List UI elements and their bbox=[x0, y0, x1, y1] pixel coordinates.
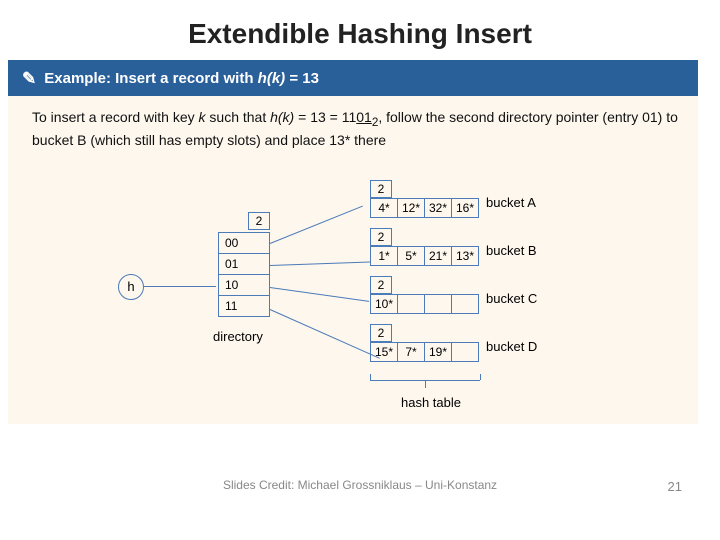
bt-k: k bbox=[199, 109, 206, 125]
cell: 19* bbox=[424, 342, 452, 362]
bt-under: 01 bbox=[356, 109, 372, 125]
band-hk: h(k) bbox=[258, 70, 286, 87]
ld-a: 2 bbox=[370, 180, 392, 198]
cell: 5* bbox=[397, 246, 425, 266]
bucket-b-label: bucket B bbox=[486, 244, 546, 258]
slide-credit: Slides Credit: Michael Grossniklaus – Un… bbox=[0, 478, 720, 492]
pencil-icon: ✎ bbox=[22, 69, 36, 89]
cell: 10* bbox=[370, 294, 398, 314]
cell: 12* bbox=[397, 198, 425, 218]
bucket-d: 15* 7* 19* bbox=[370, 342, 478, 362]
bt3: = 13 = 11 bbox=[294, 109, 356, 125]
dir-entry-00: 00 bbox=[218, 232, 270, 254]
h-to-dir-line bbox=[144, 286, 216, 287]
brace-tick bbox=[425, 380, 426, 388]
dir-entry-10: 10 bbox=[218, 274, 270, 296]
arrow-icon bbox=[270, 206, 363, 244]
bucket-a-label: bucket A bbox=[486, 196, 546, 210]
bucket-c-ld: 2 bbox=[370, 276, 392, 293]
cell bbox=[397, 294, 425, 314]
arrow-icon bbox=[270, 287, 369, 302]
ld-d: 2 bbox=[370, 324, 392, 342]
bucket-a-ld: 2 bbox=[370, 180, 392, 197]
band-text: Example: Insert a record with h(k) = 13 bbox=[44, 70, 319, 87]
bucket-c-label: bucket C bbox=[486, 292, 546, 306]
bucket-a: 4* 12* 32* 16* bbox=[370, 198, 478, 218]
dir-entry-01: 01 bbox=[218, 253, 270, 275]
bt2: such that bbox=[206, 109, 271, 125]
bt-hk: h(k) bbox=[270, 109, 294, 125]
global-depth: 2 bbox=[248, 212, 270, 230]
cell bbox=[424, 294, 452, 314]
example-band: ✎ Example: Insert a record with h(k) = 1… bbox=[8, 60, 698, 96]
cell: 16* bbox=[451, 198, 479, 218]
bucket-c: 10* bbox=[370, 294, 478, 314]
band-rest: = 13 bbox=[285, 70, 319, 87]
directory-label: directory bbox=[213, 328, 263, 346]
body-text: To insert a record with key k such that … bbox=[32, 108, 682, 149]
bucket-d-label: bucket D bbox=[486, 340, 546, 354]
ld-b: 2 bbox=[370, 228, 392, 246]
brace-tick bbox=[370, 374, 371, 380]
band-prefix: Example: Insert a record with bbox=[44, 70, 257, 87]
bucket-b: 1* 5* 21* 13* bbox=[370, 246, 478, 266]
ld-c: 2 bbox=[370, 276, 392, 294]
cell: 4* bbox=[370, 198, 398, 218]
bt1: To insert a record with key bbox=[32, 109, 199, 125]
brace-tick bbox=[480, 374, 481, 380]
cell: 32* bbox=[424, 198, 452, 218]
hash-node: h bbox=[118, 274, 144, 300]
dir-entry-11: 11 bbox=[218, 295, 270, 317]
slide-title: Extendible Hashing Insert bbox=[0, 0, 720, 60]
hash-table-label: hash table bbox=[401, 394, 461, 412]
cell: 7* bbox=[397, 342, 425, 362]
directory: 00 01 10 11 bbox=[218, 232, 270, 316]
bucket-d-ld: 2 bbox=[370, 324, 392, 341]
arrow-icon bbox=[270, 309, 380, 359]
bucket-b-ld: 2 bbox=[370, 228, 392, 245]
cell: 21* bbox=[424, 246, 452, 266]
slide-body: To insert a record with key k such that … bbox=[8, 96, 698, 424]
diagram: h 2 00 01 10 11 directory 2 4* 12* 32* 1… bbox=[118, 180, 638, 410]
cell: 13* bbox=[451, 246, 479, 266]
cell bbox=[451, 342, 479, 362]
page-number: 21 bbox=[668, 479, 682, 494]
cell bbox=[451, 294, 479, 314]
cell: 1* bbox=[370, 246, 398, 266]
cell: 15* bbox=[370, 342, 398, 362]
arrow-icon bbox=[270, 262, 370, 266]
